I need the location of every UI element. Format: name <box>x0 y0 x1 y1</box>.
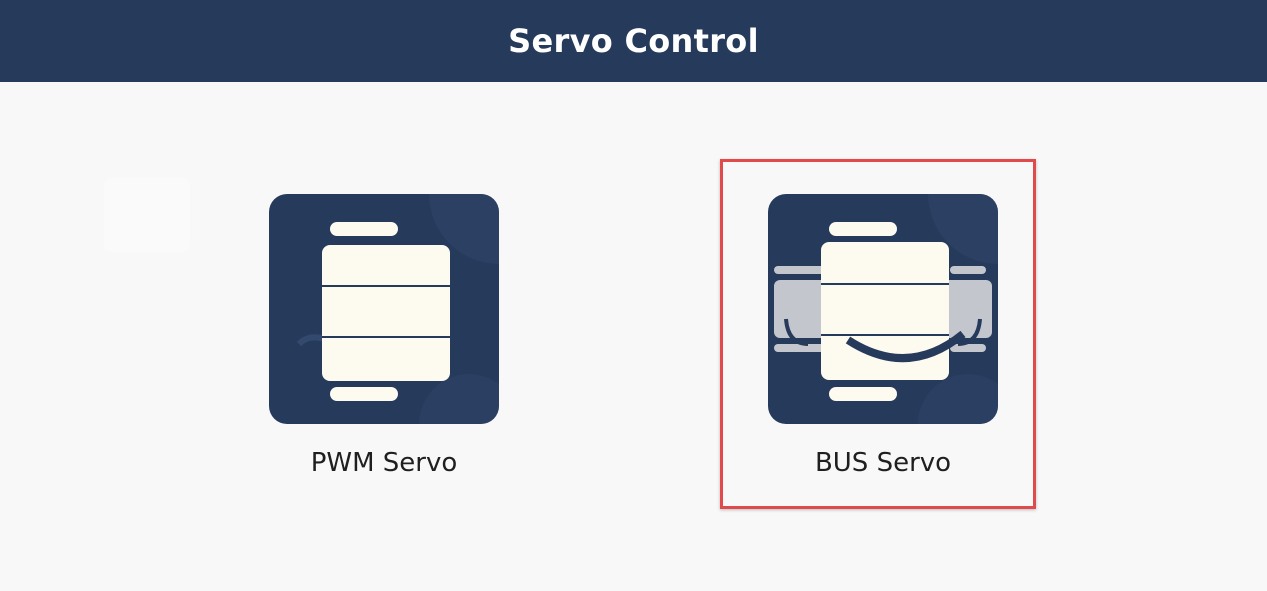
bus-servo-label: BUS Servo <box>814 448 952 478</box>
pwm-servo-label: PWM Servo <box>310 448 458 478</box>
bus-servo-tile[interactable]: BUS Servo <box>768 194 998 478</box>
page-title: Servo Control <box>508 22 759 60</box>
app-header: Servo Control <box>0 0 1267 82</box>
bus-servo-icon <box>768 194 998 424</box>
main-content <box>0 82 1267 591</box>
pwm-servo-icon <box>269 194 499 424</box>
background-decoration <box>104 178 190 252</box>
pwm-servo-tile[interactable]: PWM Servo <box>269 194 499 478</box>
